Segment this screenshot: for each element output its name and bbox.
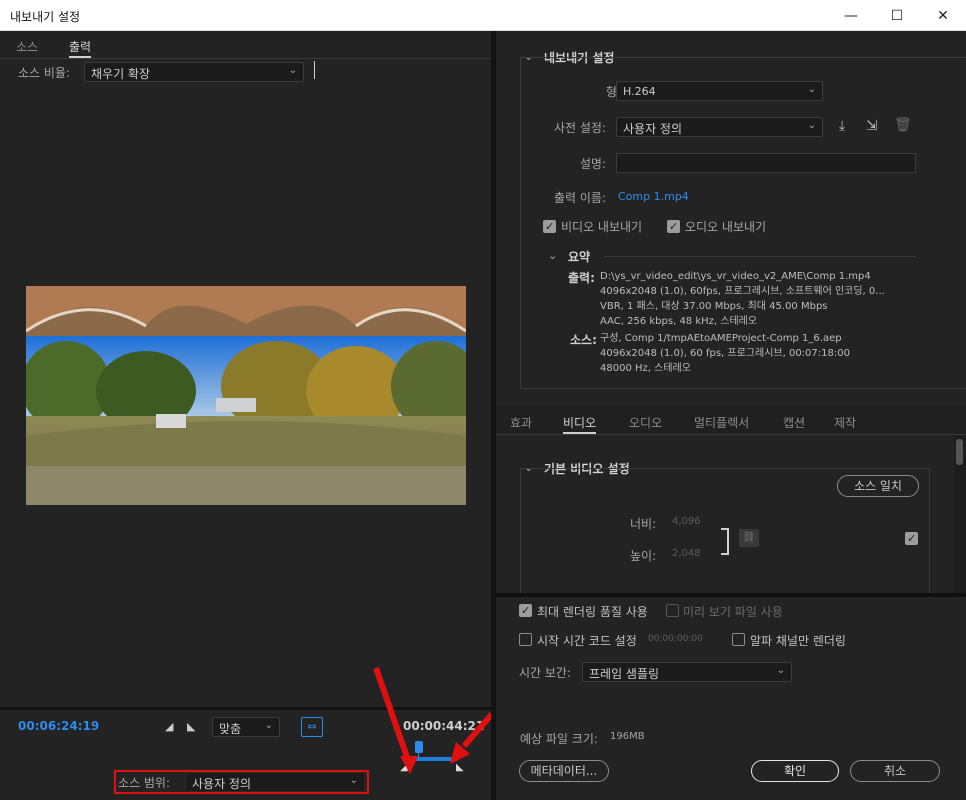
alpha-only-label: 알파 채널만 렌더링 [750, 634, 846, 648]
source-summary-line: 4096x2048 (1.0), 60 fps, 프로그레시브, 00:07:1… [600, 348, 850, 359]
start-timecode-value[interactable]: 00:00:00:00 [648, 634, 703, 644]
preview-panel: 소스 출력 소스 비율: 채우기 확장 ⌄ 00:06:24:19 ◢ ◣ 맞춤… [0, 31, 495, 800]
collapse-icon[interactable]: ⌄ [548, 249, 557, 262]
start-timecode-checkbox[interactable] [519, 633, 532, 646]
comment-label: 설명: [579, 157, 606, 171]
source-range-dropdown[interactable]: 사용자 정의 ⌄ [185, 772, 365, 792]
save-preset-icon[interactable]: ⤓ [839, 118, 845, 134]
delete-preset-icon[interactable]: 🗑 [894, 117, 912, 133]
scrollbar-thumb[interactable] [956, 439, 963, 465]
annotation-arrows [373, 667, 495, 774]
tab-divider [0, 58, 491, 59]
output-summary-line: 4096x2048 (1.0), 60fps, 프로그레시브, 소프트웨어 인코… [600, 286, 885, 297]
settings-panel: ⌄ 내보내기 설정 형식: H.264 ⌄ 사전 설정: 사용자 정의 ⌄ ⤓ … [496, 31, 966, 800]
width-label: 너비: [630, 517, 657, 531]
max-render-checkbox[interactable] [519, 604, 532, 617]
window-title: 내보내기 설정 [10, 10, 81, 24]
tab-captions[interactable]: 캡션 [783, 414, 805, 431]
use-preview-checkbox[interactable] [666, 604, 679, 617]
safe-margins-icon[interactable]: ⇔ [301, 717, 323, 737]
width-value[interactable]: 4,096 [672, 516, 701, 527]
source-ratio-value: 채우기 확장 [91, 67, 151, 81]
chevron-down-icon: ⌄ [776, 665, 785, 676]
match-source-button[interactable]: 소스 일치 [837, 475, 919, 497]
tab-audio[interactable]: 오디오 [629, 414, 662, 431]
chevron-down-icon: ⌄ [349, 775, 358, 786]
source-summary-head: 소스: [570, 333, 597, 347]
output-name-label: 출력 이름: [553, 191, 606, 205]
export-video-label: 비디오 내보내기 [561, 220, 643, 234]
summary-title: 요약 [568, 250, 591, 264]
height-label: 높이: [630, 549, 657, 563]
source-range-label: 소스 범위: [118, 776, 171, 790]
time-interp-dropdown[interactable]: 프레임 샘플링 ⌄ [582, 662, 792, 682]
height-value[interactable]: 2,048 [672, 548, 701, 559]
time-interp-value: 프레임 샘플링 [589, 667, 660, 681]
tab-publish[interactable]: 제작 [834, 414, 856, 431]
preset-value: 사용자 정의 [623, 122, 683, 136]
chevron-down-icon: ⌄ [807, 120, 816, 131]
minimize-button[interactable]: — [828, 0, 874, 31]
preset-dropdown[interactable]: 사용자 정의 ⌄ [616, 117, 823, 137]
chevron-down-icon: ⌄ [288, 65, 297, 76]
source-range-value: 사용자 정의 [192, 777, 252, 791]
output-summary: D:\ys_vr_video_edit\ys_vr_video_v2_AME\C… [600, 269, 925, 329]
output-summary-line: VBR, 1 패스, 대상 37.00 Mbps, 최대 45.00 Mbps [600, 301, 828, 312]
time-interp-label: 시간 보간: [519, 666, 572, 680]
fit-dropdown[interactable]: 맞춤 ⌄ [212, 717, 280, 737]
width-override-checkbox[interactable] [905, 532, 918, 545]
scrollbar-track[interactable] [954, 435, 966, 593]
output-name-link[interactable]: Comp 1.mp4 [618, 190, 689, 203]
chevron-down-icon: ⌄ [264, 720, 273, 731]
preset-label: 사전 설정: [553, 121, 606, 135]
max-render-label: 최대 렌더링 품질 사용 [537, 605, 648, 619]
export-audio-label: 오디오 내보내기 [685, 220, 767, 234]
ok-button[interactable]: 확인 [751, 760, 839, 782]
video-preview [26, 286, 466, 505]
output-summary-line: AAC, 256 kbps, 48 kHz, 스테레오 [600, 316, 758, 327]
maximize-button[interactable]: ☐ [874, 0, 920, 31]
source-ratio-label: 소스 비율: [18, 66, 71, 80]
tab-effects[interactable]: 효과 [510, 414, 532, 431]
bottom-separator [496, 593, 966, 597]
chevron-down-icon: ⌄ [807, 84, 816, 95]
alpha-only-checkbox[interactable] [732, 633, 745, 646]
fit-value: 맞춤 [219, 722, 242, 736]
tab-multiplexer[interactable]: 멀티플렉서 [694, 414, 749, 431]
title-bar: 내보내기 설정 — ☐ ✕ [0, 0, 966, 31]
estimated-size-label: 예상 파일 크기: [520, 732, 598, 746]
link-icon[interactable]: ⛓ [739, 529, 759, 547]
start-timecode-label: 시작 시간 코드 설정 [537, 634, 637, 648]
metadata-button[interactable]: 메타데이터... [519, 760, 609, 782]
estimated-size-value: 196MB [610, 731, 645, 742]
link-bracket [721, 528, 729, 555]
import-preset-icon[interactable]: ⇲ [866, 118, 878, 134]
source-summary-line: 구성, Comp 1/tmpAEtoAMEProject-Comp 1_6.ae… [600, 333, 842, 344]
export-video-checkbox[interactable] [543, 220, 556, 233]
format-dropdown[interactable]: H.264 ⌄ [616, 81, 823, 101]
export-audio-checkbox[interactable] [667, 220, 680, 233]
use-preview-label: 미리 보기 파일 사용 [683, 605, 783, 619]
summary-divider [604, 256, 916, 257]
source-summary-line: 48000 Hz, 스테레오 [600, 363, 691, 374]
cursor-line [314, 61, 315, 79]
mark-out-icon[interactable]: ◣ [187, 720, 195, 733]
cancel-button[interactable]: 취소 [850, 760, 940, 782]
format-value: H.264 [623, 85, 656, 98]
source-summary: 구성, Comp 1/tmpAEtoAMEProject-Comp 1_6.ae… [600, 331, 925, 376]
mark-in-icon[interactable]: ◢ [165, 720, 173, 733]
tab-video[interactable]: 비디오 [563, 414, 597, 434]
comment-input[interactable] [616, 153, 916, 173]
source-ratio-dropdown[interactable]: 채우기 확장 ⌄ [84, 62, 304, 82]
output-summary-head: 출력: [568, 271, 595, 285]
timecode-start[interactable]: 00:06:24:19 [18, 719, 99, 733]
output-summary-line: D:\ys_vr_video_edit\ys_vr_video_v2_AME\C… [600, 271, 871, 282]
preview-frame [26, 286, 466, 505]
tab-source[interactable]: 소스 [16, 38, 38, 55]
tab-output[interactable]: 출력 [69, 38, 92, 58]
close-button[interactable]: ✕ [920, 0, 966, 31]
